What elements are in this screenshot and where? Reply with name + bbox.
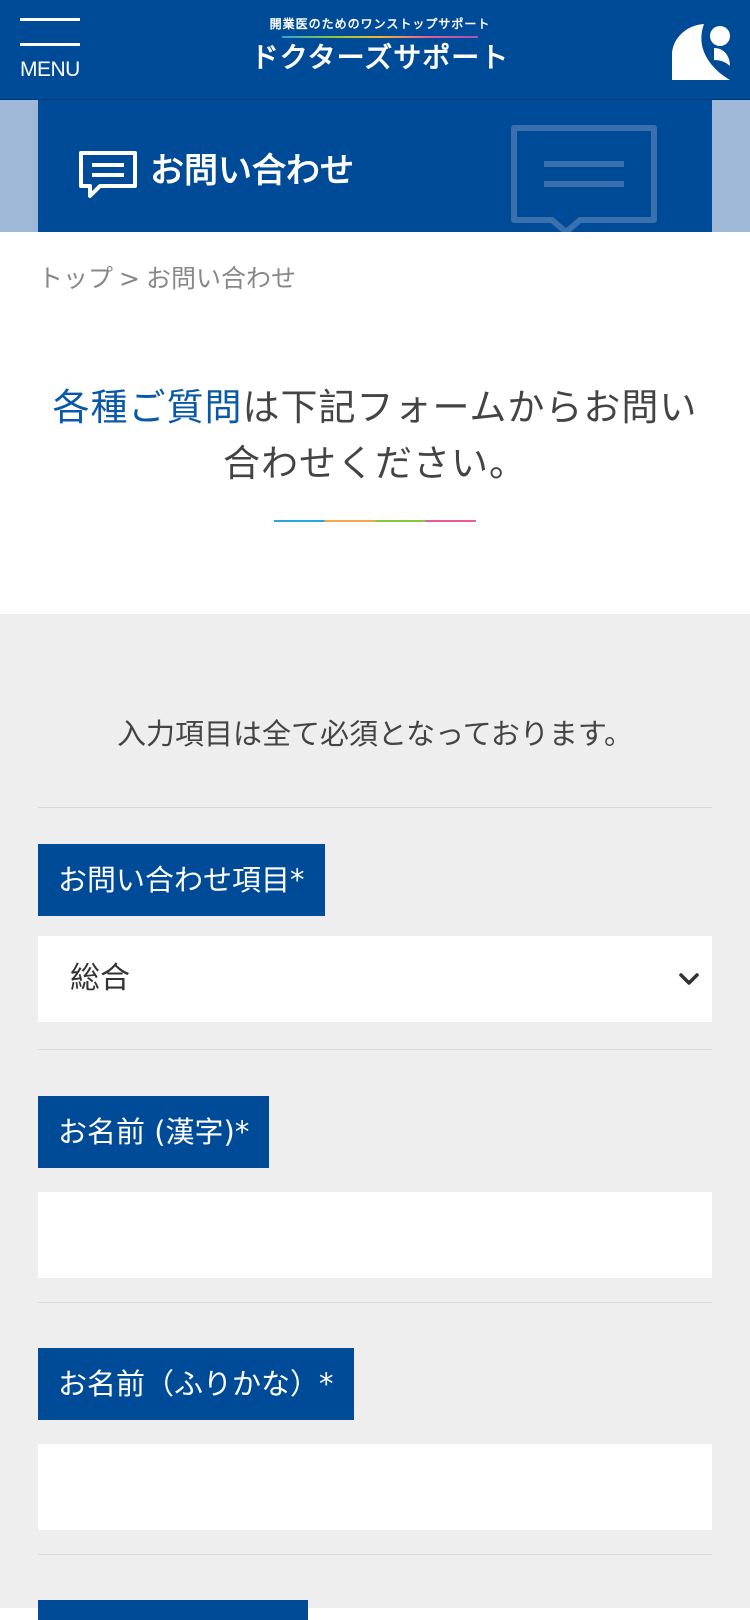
site-logo[interactable]: 開業医のためのワンストップサポート ドクターズサポート: [250, 16, 510, 86]
page-title: お問い合わせ: [150, 151, 354, 191]
divider: [38, 807, 712, 808]
breadcrumb-separator: >: [119, 264, 140, 293]
breadcrumb-home-link[interactable]: トップ: [38, 264, 113, 293]
required-note: 入力項目は全て必須となっております。: [117, 717, 633, 751]
breadcrumb-current: お問い合わせ: [145, 264, 296, 293]
speech-bubble-icon: [79, 151, 137, 198]
breadcrumb: トップ > お問い合わせ: [38, 262, 296, 296]
page-banner: お問い合わせ: [38, 100, 712, 232]
inquiry-type-select[interactable]: 総合: [38, 936, 712, 1022]
divider: [38, 1554, 712, 1555]
name-kanji-input[interactable]: [38, 1192, 712, 1278]
name-furigana-input[interactable]: [38, 1444, 712, 1530]
menu-button[interactable]: MENU: [20, 18, 84, 84]
lead-rest: は下記フォームからお問い合わせください。: [223, 386, 698, 485]
brand-mark-icon[interactable]: [670, 22, 732, 80]
divider: [38, 1049, 712, 1050]
chevron-down-icon: [679, 973, 699, 985]
contact-form: 入力項目は全て必須となっております。 お問い合わせ項目* 総合 お名前 (漢字)…: [0, 614, 750, 1620]
lead-accent: 各種ご質問: [52, 386, 243, 429]
inquiry-type-value: 総合: [70, 961, 130, 996]
name-kanji-label: お名前 (漢字)*: [38, 1096, 270, 1168]
logo-tagline: 開業医のためのワンストップサポート: [269, 17, 491, 31]
menu-label: MENU: [20, 58, 80, 81]
divider: [38, 1302, 712, 1303]
speech-bubble-watermark-icon: [511, 125, 657, 232]
lead-underline: [274, 520, 476, 522]
lead-text: 各種ご質問は下記フォームからお問い合わせください。: [40, 380, 710, 492]
site-header: MENU 開業医のためのワンストップサポート ドクターズサポート: [0, 0, 750, 100]
logo-rainbow-line: [282, 36, 478, 38]
name-furigana-label: お名前（ふりかな）*: [38, 1348, 354, 1420]
menu-bar-top: [20, 18, 80, 21]
menu-bar-middle: [20, 43, 80, 46]
page-banner-band: お問い合わせ: [0, 100, 750, 232]
inquiry-type-label: お問い合わせ項目*: [38, 844, 325, 916]
logo-name: ドクターズサポート: [250, 41, 510, 74]
next-field-label: [38, 1600, 308, 1620]
